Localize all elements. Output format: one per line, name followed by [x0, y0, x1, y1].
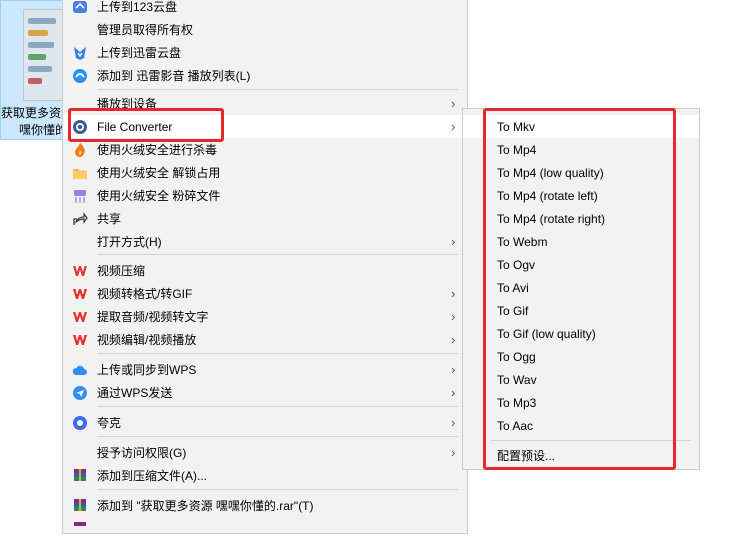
menu-item-upload-xunlei[interactable]: 上传到迅雷云盘 [63, 41, 467, 64]
thunder-bird-icon [74, 47, 86, 60]
chevron-right-icon: › [451, 96, 456, 111]
xunlei-player-icon [73, 69, 87, 83]
menu-item-upload-123pan[interactable]: 上传到123云盘 [63, 0, 467, 18]
menu-item-partial [63, 517, 467, 540]
menu-item-add-xunlei-playlist[interactable]: 添加到 迅雷影音 播放列表(L) [63, 64, 467, 87]
chevron-right-icon: › [451, 332, 456, 347]
desktop-file-item[interactable]: 获取更多资源 嘿你懂的 [0, 0, 67, 140]
wps-icon [73, 266, 87, 276]
folder-unlock-icon [73, 169, 87, 179]
menu-item-huorong-shred[interactable]: 使用火绒安全 粉碎文件 [63, 184, 467, 207]
quark-icon [73, 416, 87, 430]
chevron-right-icon: › [451, 385, 456, 400]
share-icon [73, 212, 88, 225]
menu-item-huorong-unlock[interactable]: 使用火绒安全 解锁占用 [63, 161, 467, 184]
menu-item-extract-audio[interactable]: 提取音频/视频转文字 › [63, 305, 467, 328]
menu-separator [97, 89, 458, 90]
shredder-icon [74, 190, 86, 203]
huorong-flame-icon [75, 143, 85, 157]
chevron-right-icon: › [451, 286, 456, 301]
menu-item-add-to-archive[interactable]: 添加到压缩文件(A)... [63, 464, 467, 487]
winrar-icon [74, 499, 86, 511]
context-menu: 上传到123云盘 管理员取得所有权 上传到迅雷云盘 添加到 迅雷影音 播放列表(… [62, 0, 468, 534]
cloud-123-icon [73, 1, 87, 13]
chevron-right-icon: › [451, 234, 456, 249]
chevron-right-icon: › [451, 415, 456, 430]
menu-separator [97, 436, 458, 437]
highlight-box-submenu [483, 108, 676, 470]
winrar-icon [74, 469, 86, 481]
wps-icon [73, 335, 87, 345]
menu-item-quark[interactable]: 夸克 › [63, 411, 467, 434]
chevron-right-icon: › [451, 119, 456, 134]
wps-cloud-icon [72, 365, 87, 375]
wps-send-icon [73, 386, 87, 400]
chevron-right-icon: › [451, 445, 456, 460]
menu-item-open-with[interactable]: 打开方式(H) › [63, 230, 467, 253]
menu-item-grant-access[interactable]: 授予访问权限(G) › [63, 441, 467, 464]
menu-item-video-edit[interactable]: 视频编辑/视频播放 › [63, 328, 467, 351]
winrar-icon [74, 522, 86, 526]
file-thumbnail [23, 9, 63, 101]
desktop-file-label: 获取更多资源 嘿你懂的 [1, 106, 67, 137]
highlight-box-file-converter [68, 108, 224, 142]
chevron-right-icon: › [451, 362, 456, 377]
menu-item-take-ownership[interactable]: 管理员取得所有权 [63, 18, 467, 41]
wps-icon [73, 312, 87, 322]
menu-item-add-to-rar[interactable]: 添加到 "获取更多资源 嘿嘿你懂的.rar"(T) [63, 494, 467, 517]
menu-item-wps-send[interactable]: 通过WPS发送 › [63, 381, 467, 404]
menu-separator [97, 254, 458, 255]
menu-separator [97, 489, 458, 490]
chevron-right-icon: › [451, 309, 456, 324]
menu-item-video-compress[interactable]: 视频压缩 [63, 259, 467, 282]
menu-separator [97, 406, 458, 407]
wps-icon [73, 289, 87, 299]
menu-item-video-convert-gif[interactable]: 视频转格式/转GIF › [63, 282, 467, 305]
menu-separator [97, 353, 458, 354]
menu-item-share[interactable]: 共享 [63, 207, 467, 230]
menu-item-wps-sync[interactable]: 上传或同步到WPS › [63, 358, 467, 381]
